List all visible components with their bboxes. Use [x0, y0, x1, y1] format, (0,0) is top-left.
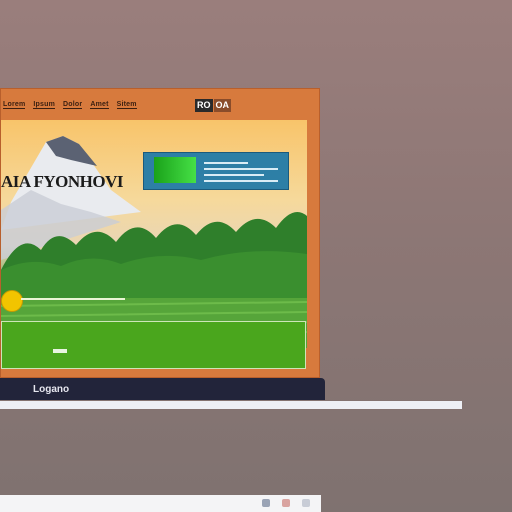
nav-link[interactable]: Amet: [90, 101, 109, 109]
hero-title: AIA FYONHOVI: [1, 172, 123, 191]
slider-track[interactable]: [21, 298, 125, 300]
info-text-line: [204, 168, 278, 170]
logo-part-right: OA: [213, 99, 231, 112]
taskbar: Logano: [0, 378, 325, 400]
slider-handle-icon[interactable]: [1, 290, 23, 312]
bottom-tray: [0, 495, 321, 512]
info-thumbnail-icon: [154, 157, 196, 183]
site-logo[interactable]: RO OA: [195, 99, 231, 112]
nav-link[interactable]: Lorem: [3, 101, 26, 109]
top-navigation: Lorem Ipsum Dolor Amet Sitem: [1, 89, 319, 121]
taskbar-label[interactable]: Logano: [33, 384, 69, 395]
tray-icon-red[interactable]: [282, 499, 290, 507]
info-text-line: [204, 180, 278, 182]
info-text-line: [204, 162, 248, 164]
tray-icon-light[interactable]: [302, 499, 310, 507]
monitor-stand: [0, 401, 462, 409]
hero-banner: AIA FYONHOVI: [1, 120, 307, 348]
content-panel: [1, 321, 306, 369]
info-text-line: [204, 174, 264, 176]
logo-part-left: RO: [195, 99, 213, 112]
nav-link[interactable]: Ipsum: [33, 101, 56, 109]
nav-link[interactable]: Sitem: [116, 101, 137, 109]
nav-link[interactable]: Dolor: [63, 101, 83, 109]
minimize-dash-icon[interactable]: [53, 349, 67, 353]
info-card[interactable]: [143, 152, 289, 190]
monitor-frame: Lorem Ipsum Dolor Amet Sitem RO OA AIA F…: [0, 88, 320, 378]
tray-icon-gray[interactable]: [262, 499, 270, 507]
